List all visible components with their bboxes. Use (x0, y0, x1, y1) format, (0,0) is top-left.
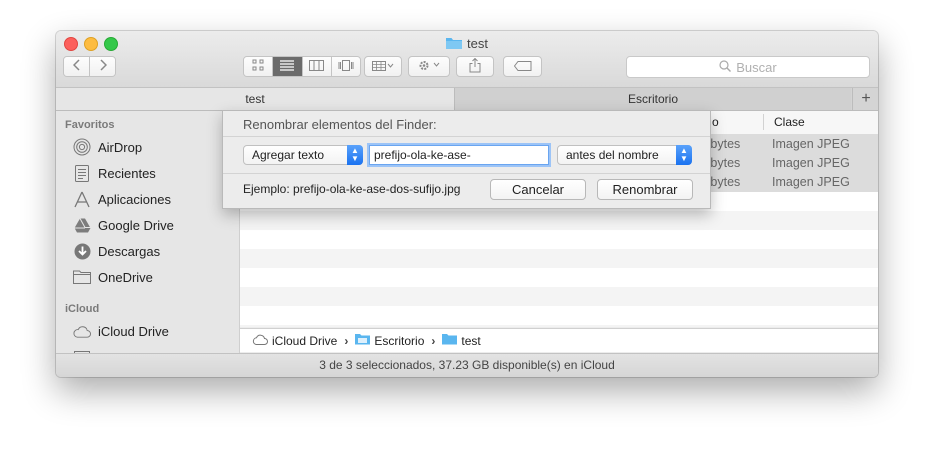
view-mode-control (243, 56, 361, 77)
sidebar-item-label: Aplicaciones (98, 191, 171, 207)
path-separator-icon: › (344, 333, 349, 348)
kind-cell: Imagen JPEG (772, 175, 850, 189)
tab-escritorio[interactable]: Escritorio (455, 88, 851, 110)
tags-button[interactable] (503, 56, 542, 77)
sidebar-item-recientes[interactable]: Recientes (73, 162, 156, 184)
folder-icon (446, 37, 463, 53)
plus-icon: + (861, 90, 871, 107)
list-view-button[interactable] (273, 57, 303, 76)
rename-dialog: Renombrar elementos del Finder: Agregar … (222, 110, 711, 209)
titlebar: test Buscar (56, 31, 878, 88)
nav-buttons (63, 56, 116, 77)
cancel-button[interactable]: Cancelar (490, 179, 586, 200)
cover-flow-icon (338, 59, 354, 74)
path-item-escritorio[interactable]: Escritorio (374, 334, 424, 348)
updown-arrows-icon: ▲ ▼ (676, 145, 692, 165)
folder-icon (73, 268, 91, 286)
desktop-folder-icon (355, 333, 371, 348)
recents-icon (73, 164, 91, 182)
status-bar: 3 de 3 seleccionados, 37.23 GB disponibl… (56, 353, 878, 377)
downloads-icon (73, 242, 91, 260)
empty-row (240, 325, 878, 327)
column-header-kind[interactable]: Clase (774, 115, 805, 129)
example-text: Ejemplo: prefijo-ola-ke-ase-dos-sufijo.j… (243, 182, 461, 196)
empty-row (240, 287, 878, 306)
arrange-button[interactable] (364, 56, 402, 77)
empty-row (240, 249, 878, 268)
list-icon (280, 59, 295, 74)
sidebar-item-airdrop[interactable]: AirDrop (73, 136, 142, 158)
empty-row (240, 211, 878, 230)
column-divider[interactable] (763, 114, 764, 130)
chevron-right-icon (99, 59, 107, 74)
window-title: test (56, 36, 878, 53)
path-item-icloud-drive[interactable]: iCloud Drive (272, 334, 337, 348)
path-bar: iCloud Drive › Escritorio › test (240, 328, 878, 352)
window-title-text: test (467, 36, 488, 51)
sidebar-item-google-drive[interactable]: Google Drive (73, 214, 174, 236)
cloud-icon (73, 322, 91, 340)
sidebar-header-favoritos: Favoritos (65, 119, 115, 131)
kind-cell: Imagen JPEG (772, 156, 850, 170)
applications-icon (73, 190, 91, 208)
sidebar-item-aplicaciones[interactable]: Aplicaciones (73, 188, 171, 210)
rename-text-input[interactable]: prefijo-ola-ke-ase- (369, 145, 549, 165)
search-icon (719, 59, 732, 75)
sidebar-item-label: OneDrive (98, 269, 153, 285)
new-tab-button[interactable]: + (852, 88, 878, 110)
back-button[interactable] (64, 57, 90, 76)
sidebar-item-label: iCloud Drive (98, 323, 169, 339)
rename-mode-value: Agregar texto (252, 148, 325, 162)
folder-icon (442, 333, 458, 348)
sidebar-item-icloud-drive[interactable]: iCloud Drive (73, 320, 169, 342)
sidebar-item-label: Google Drive (98, 217, 174, 233)
google-drive-icon (73, 216, 91, 234)
sidebar-item-label: Recientes (98, 165, 156, 181)
tag-icon (513, 59, 532, 74)
sidebar-item-label: AirDrop (98, 139, 143, 155)
divider (223, 173, 710, 174)
column-view-button[interactable] (302, 57, 332, 76)
text-position-value: antes del nombre (566, 148, 659, 162)
text-position-select[interactable]: antes del nombre ▲ ▼ (557, 145, 692, 165)
rename-mode-select[interactable]: Agregar texto ▲ ▼ (243, 145, 363, 165)
search-field[interactable]: Buscar (626, 56, 870, 78)
divider (223, 136, 710, 137)
sidebar-item-descargas[interactable]: Descargas (73, 240, 160, 262)
updown-arrows-icon: ▲ ▼ (347, 145, 363, 165)
forward-button[interactable] (90, 57, 115, 76)
kind-cell: Imagen JPEG (772, 137, 850, 151)
sidebar-item-label: Descargas (98, 243, 161, 259)
icon-view-button[interactable] (244, 57, 274, 76)
sidebar-header-icloud: iCloud (65, 303, 100, 315)
action-button[interactable] (408, 56, 450, 77)
share-icon (469, 57, 481, 76)
sidebar-item-onedrive[interactable]: OneDrive (73, 266, 153, 288)
path-separator-icon: › (431, 333, 436, 348)
cover-flow-button[interactable] (331, 57, 360, 76)
dialog-title: Renombrar elementos del Finder: (243, 117, 437, 132)
search-placeholder: Buscar (736, 59, 777, 75)
tab-bar: test Escritorio + (56, 88, 878, 111)
airdrop-icon (73, 138, 91, 156)
share-button[interactable] (456, 56, 494, 77)
gear-icon (417, 59, 441, 75)
arrange-grid-icon (372, 59, 394, 74)
chevron-left-icon (72, 59, 81, 74)
cloud-icon (252, 334, 268, 348)
grid-icon (252, 59, 264, 74)
rename-button[interactable]: Renombrar (597, 179, 693, 200)
sidebar: Favoritos AirDrop Recientes Aplicaciones… (56, 111, 240, 357)
columns-icon (309, 59, 325, 74)
path-item-test[interactable]: test (461, 334, 480, 348)
tab-test[interactable]: test (56, 88, 455, 110)
column-header-size[interactable]: o (712, 115, 719, 129)
